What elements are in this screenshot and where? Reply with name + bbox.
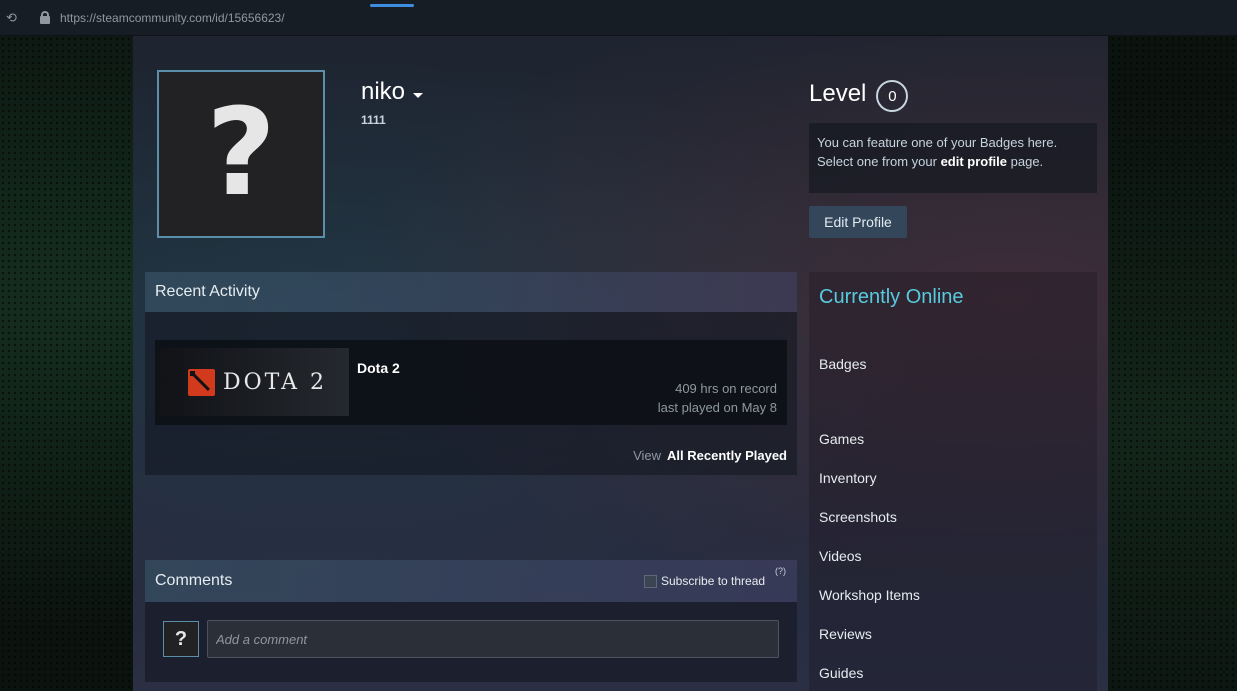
edit-profile-button[interactable]: Edit Profile bbox=[809, 206, 907, 238]
sidebar-link-games[interactable]: Games bbox=[819, 431, 864, 447]
game-hours: 409 hrs on record bbox=[675, 381, 777, 396]
loading-indicator bbox=[370, 4, 414, 7]
game-last-played: last played on May 8 bbox=[657, 400, 777, 415]
avatar-placeholder-icon: ? bbox=[206, 84, 276, 223]
sidebar-link-screenshots[interactable]: Screenshots bbox=[819, 509, 897, 525]
featured-badge-box: You can feature one of your Badges here.… bbox=[809, 123, 1097, 193]
online-status: Currently Online bbox=[819, 286, 964, 308]
reload-icon[interactable]: ⟲ bbox=[6, 10, 20, 26]
all-recently-played-link[interactable]: All Recently Played bbox=[667, 448, 787, 463]
game-name[interactable]: Dota 2 bbox=[357, 360, 400, 376]
game-capsule[interactable]: DOTA 2 bbox=[155, 348, 349, 416]
subscribe-to-thread[interactable]: Subscribe to thread bbox=[644, 574, 765, 588]
level-badge[interactable]: 0 bbox=[876, 80, 909, 112]
profile-avatar[interactable]: ? bbox=[157, 70, 325, 238]
browser-url-bar: ⟲ https://steamcommunity.com/id/15656623… bbox=[0, 0, 1237, 36]
help-icon[interactable]: (?) bbox=[775, 566, 786, 576]
url-text[interactable]: https://steamcommunity.com/id/15656623/ bbox=[60, 11, 285, 25]
sidebar-link-guides[interactable]: Guides bbox=[819, 665, 863, 681]
sidebar-link-reviews[interactable]: Reviews bbox=[819, 626, 872, 642]
badge-hint-line2: Select one from your edit profile page. bbox=[817, 154, 1044, 169]
game-logo-text: DOTA 2 bbox=[223, 369, 328, 395]
recent-activity-header: Recent Activity bbox=[145, 272, 797, 312]
lock-icon bbox=[40, 11, 50, 24]
badge-hint-line1: You can feature one of your Badges here. bbox=[817, 135, 1058, 150]
comment-input[interactable] bbox=[207, 620, 779, 658]
sidebar-link-inventory[interactable]: Inventory bbox=[819, 470, 877, 486]
caret-down-icon bbox=[413, 92, 424, 98]
persona-name: niko bbox=[361, 78, 406, 105]
persona-name-dropdown[interactable]: niko bbox=[361, 78, 424, 106]
subscribe-label: Subscribe to thread bbox=[661, 574, 766, 588]
sidebar-link-badges[interactable]: Badges bbox=[819, 356, 866, 372]
sidebar-link-videos[interactable]: Videos bbox=[819, 548, 862, 564]
dota-logo-icon bbox=[188, 368, 215, 396]
subscribe-checkbox[interactable] bbox=[644, 574, 657, 588]
sidebar-link-workshop-items[interactable]: Workshop Items bbox=[819, 587, 920, 603]
comment-avatar: ? bbox=[163, 621, 199, 657]
edit-profile-link[interactable]: edit profile bbox=[941, 154, 1007, 169]
view-all-recently-played: View All Recently Played bbox=[633, 448, 787, 463]
profile-level: Level 0 bbox=[809, 76, 909, 112]
view-prefix: View bbox=[633, 448, 662, 463]
real-name: 1111 bbox=[361, 113, 386, 127]
level-label: Level bbox=[809, 80, 867, 107]
